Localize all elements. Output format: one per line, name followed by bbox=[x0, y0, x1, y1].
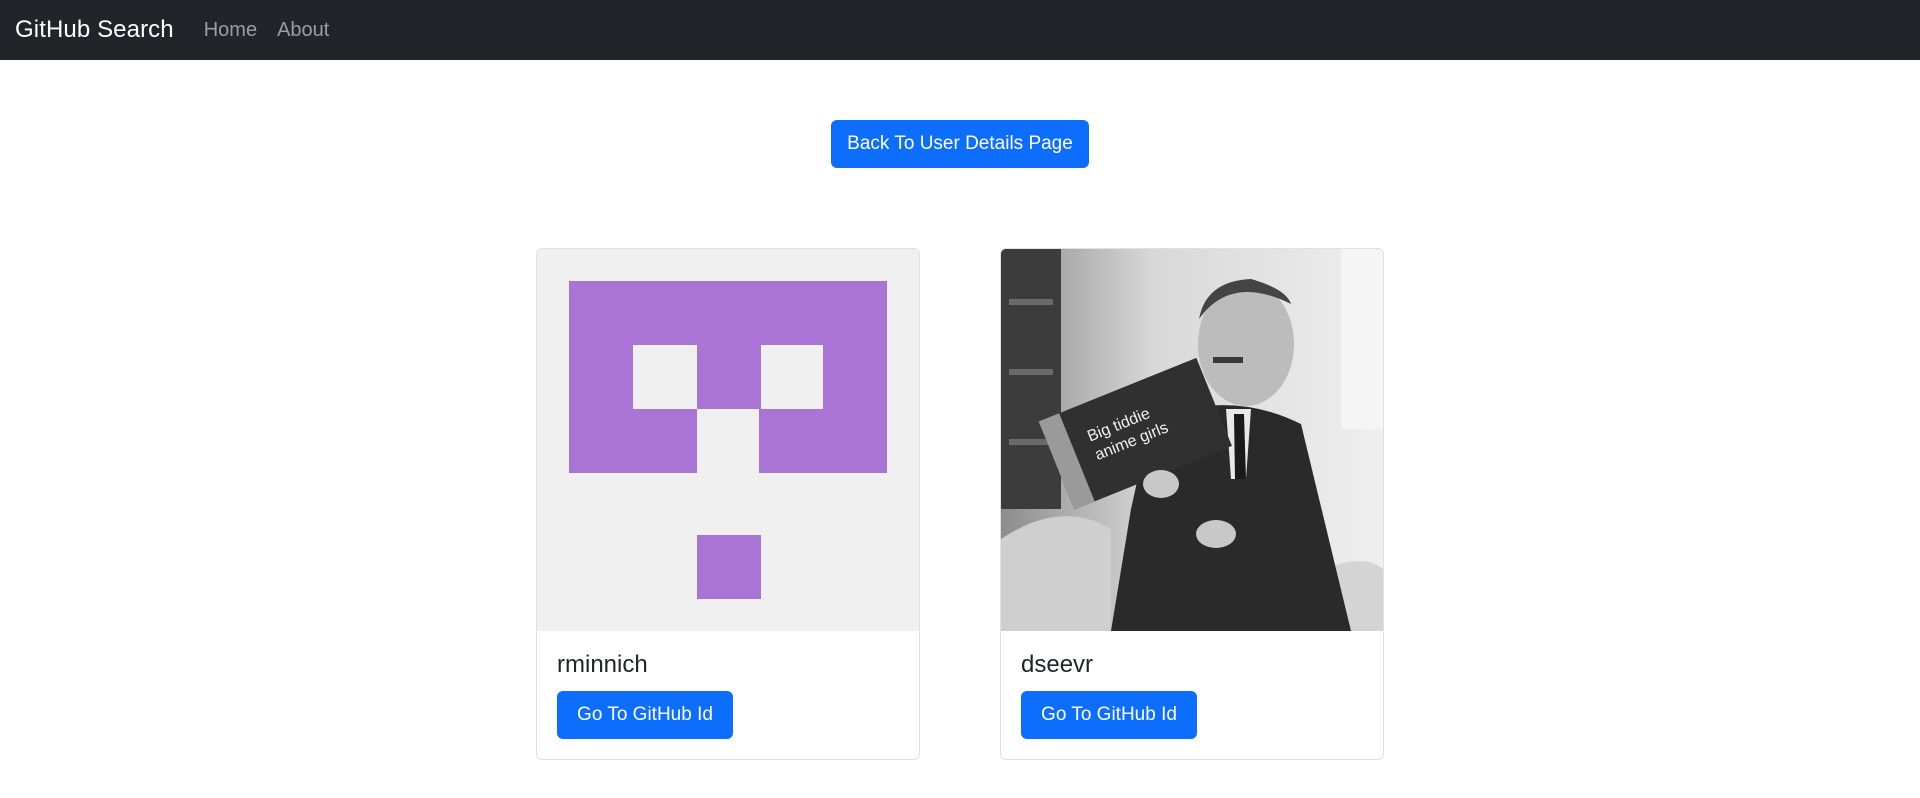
back-to-user-details-button[interactable]: Back To User Details Page bbox=[831, 120, 1089, 168]
identicon-avatar bbox=[537, 249, 919, 631]
user-login: dseevr bbox=[1021, 651, 1094, 678]
navbar-brand[interactable]: GitHub Search bbox=[15, 16, 174, 44]
go-to-github-button[interactable]: Go To GitHub Id bbox=[1021, 691, 1197, 739]
top-navbar: GitHub Search Home About bbox=[0, 0, 1920, 60]
nav-link-home[interactable]: Home bbox=[204, 19, 257, 42]
user-login: rminnich bbox=[557, 651, 648, 678]
nav-link-about[interactable]: About bbox=[277, 19, 329, 42]
user-card: rminnich Go To GitHub Id bbox=[536, 248, 920, 760]
go-to-github-button[interactable]: Go To GitHub Id bbox=[557, 691, 733, 739]
avatar-photo: Big tiddie anime girls bbox=[1001, 249, 1383, 631]
user-card: Big tiddie anime girls dseevr Go To GitH… bbox=[1000, 248, 1384, 760]
